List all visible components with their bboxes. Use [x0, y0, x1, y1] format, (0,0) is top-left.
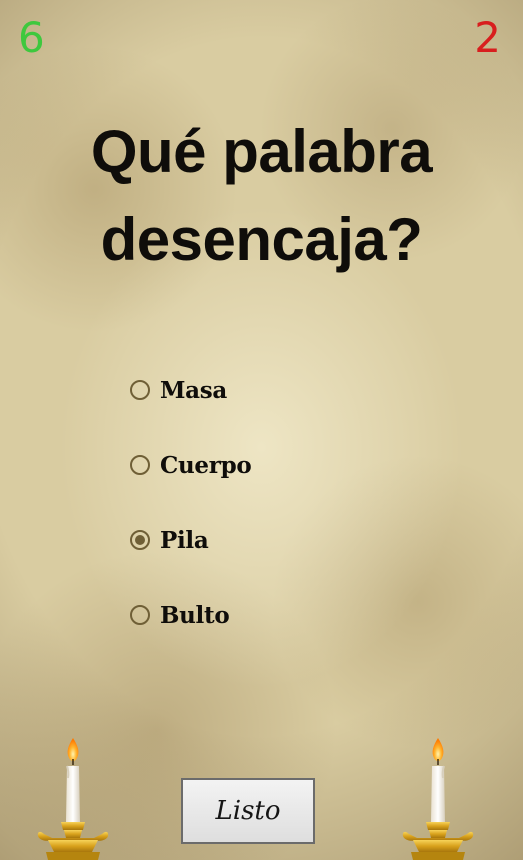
candle-icon — [37, 738, 109, 860]
answer-options: Masa Cuerpo Pila Bulto — [130, 370, 252, 670]
radio-button-icon[interactable] — [130, 455, 150, 475]
radio-button-icon[interactable] — [130, 530, 150, 550]
correct-count: 6 — [18, 13, 45, 62]
option-pila[interactable]: Pila — [130, 520, 251, 560]
candle-icon — [402, 738, 474, 860]
option-cuerpo[interactable]: Cuerpo — [130, 445, 252, 485]
radio-button-icon[interactable] — [130, 380, 150, 400]
wrong-count: 2 — [474, 13, 501, 62]
question-line-1: Qué palabra — [90, 118, 433, 185]
question-line-2: desencaja? — [100, 206, 423, 273]
radio-button-icon[interactable] — [130, 605, 150, 625]
listo-button[interactable]: Listo — [181, 778, 315, 844]
option-masa[interactable]: Masa — [130, 370, 251, 410]
option-label: Cuerpo — [160, 451, 252, 479]
option-label: Pila — [160, 526, 209, 554]
option-label: Bulto — [160, 601, 230, 629]
option-bulto[interactable]: Bulto — [130, 595, 251, 635]
option-label: Masa — [160, 376, 228, 404]
question-title: Qué palabra desencaja? — [0, 108, 523, 284]
